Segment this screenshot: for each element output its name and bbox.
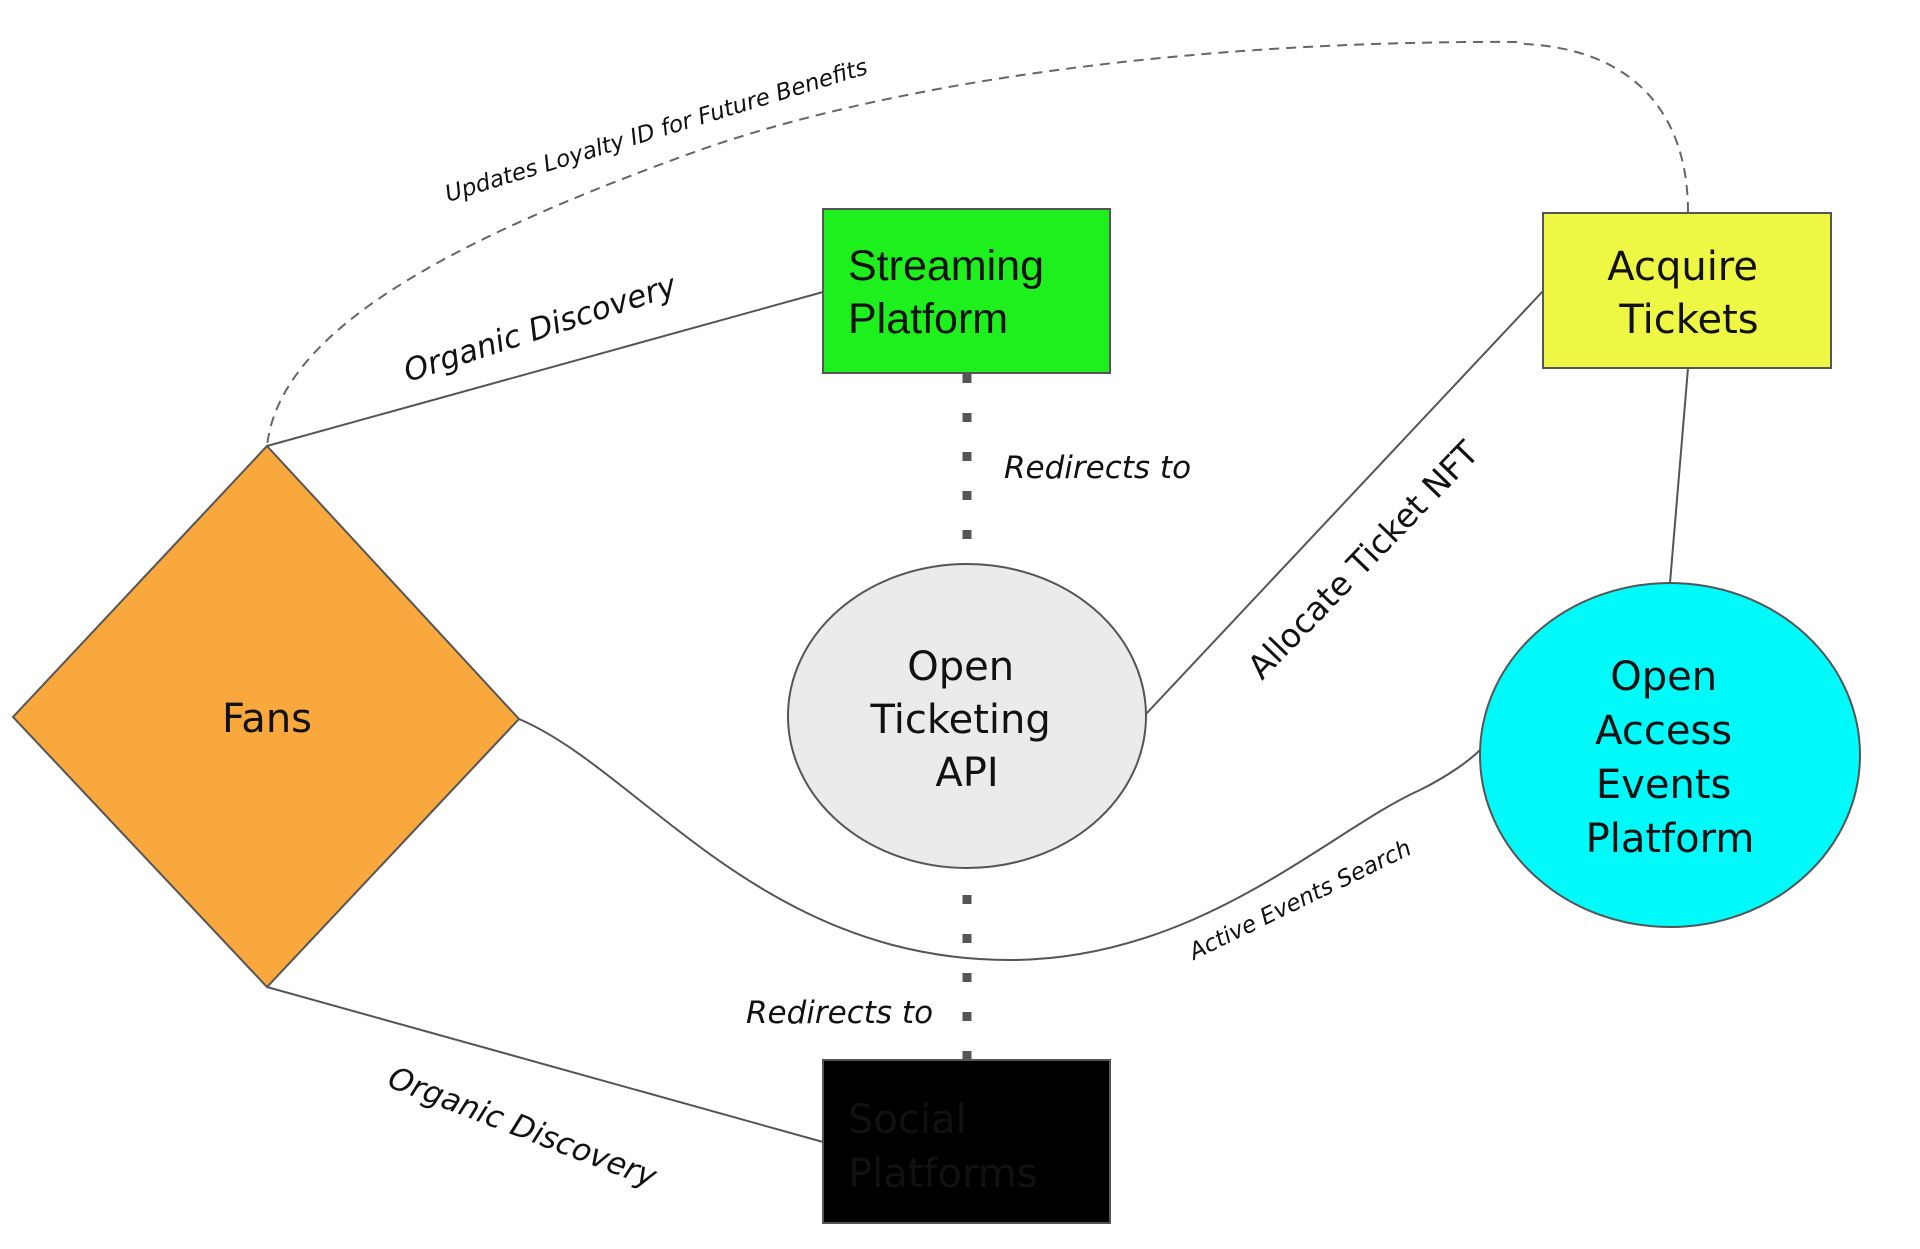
api-label-line-3: API bbox=[935, 750, 998, 796]
label-updates-loyalty: Updates Loyalty ID for Future Benefits bbox=[442, 54, 871, 208]
acquire-label-line-1: Acquire bbox=[1607, 244, 1758, 290]
node-social-platforms[interactable]: Social Platforms bbox=[822, 1059, 1111, 1224]
node-fans[interactable]: Fans bbox=[11, 444, 521, 989]
flow-diagram: Fans Streaming Platform Acquire Tickets … bbox=[11, 40, 1861, 1224]
node-streaming-platform[interactable]: Streaming Platform bbox=[822, 208, 1111, 374]
events-label-line-1: Open bbox=[1610, 654, 1717, 700]
acquire-tickets-box bbox=[1542, 212, 1832, 369]
label-active-events-search: Active Events Search bbox=[1183, 835, 1415, 966]
api-label-line-2: Ticketing bbox=[870, 697, 1051, 743]
edge-acquire-events bbox=[1669, 367, 1689, 584]
events-label-line-2: Access bbox=[1595, 708, 1732, 754]
label-redirects-to-bottom: Redirects to bbox=[746, 995, 933, 1031]
acquire-label-line-2: Tickets bbox=[1618, 297, 1758, 343]
edge-api-acquire bbox=[1145, 290, 1544, 715]
api-label-line-1: Open bbox=[907, 644, 1014, 690]
events-label-line-4: Platform bbox=[1586, 816, 1755, 862]
streaming-label-line-1: Streaming bbox=[848, 242, 1044, 290]
social-label-line-2: Platforms bbox=[848, 1151, 1038, 1197]
open-access-events-ellipse bbox=[1479, 582, 1861, 928]
streaming-platform-box bbox=[822, 208, 1111, 374]
node-open-access-events-platform[interactable]: Open Access Events Platform bbox=[1479, 582, 1861, 928]
node-acquire-tickets[interactable]: Acquire Tickets bbox=[1542, 212, 1832, 369]
label-allocate-ticket-nft: Allocate Ticket NFT bbox=[1240, 433, 1487, 687]
streaming-label-line-2: Platform bbox=[848, 295, 1008, 343]
label-redirects-to-top: Redirects to bbox=[1004, 450, 1191, 486]
social-label-line-1: Social bbox=[848, 1097, 967, 1143]
label-organic-discovery-bottom: Organic Discovery bbox=[383, 1060, 662, 1196]
fans-label: Fans bbox=[222, 696, 312, 742]
events-label-line-3: Events bbox=[1596, 762, 1731, 808]
node-open-ticketing-api[interactable]: Open Ticketing API bbox=[787, 563, 1147, 869]
